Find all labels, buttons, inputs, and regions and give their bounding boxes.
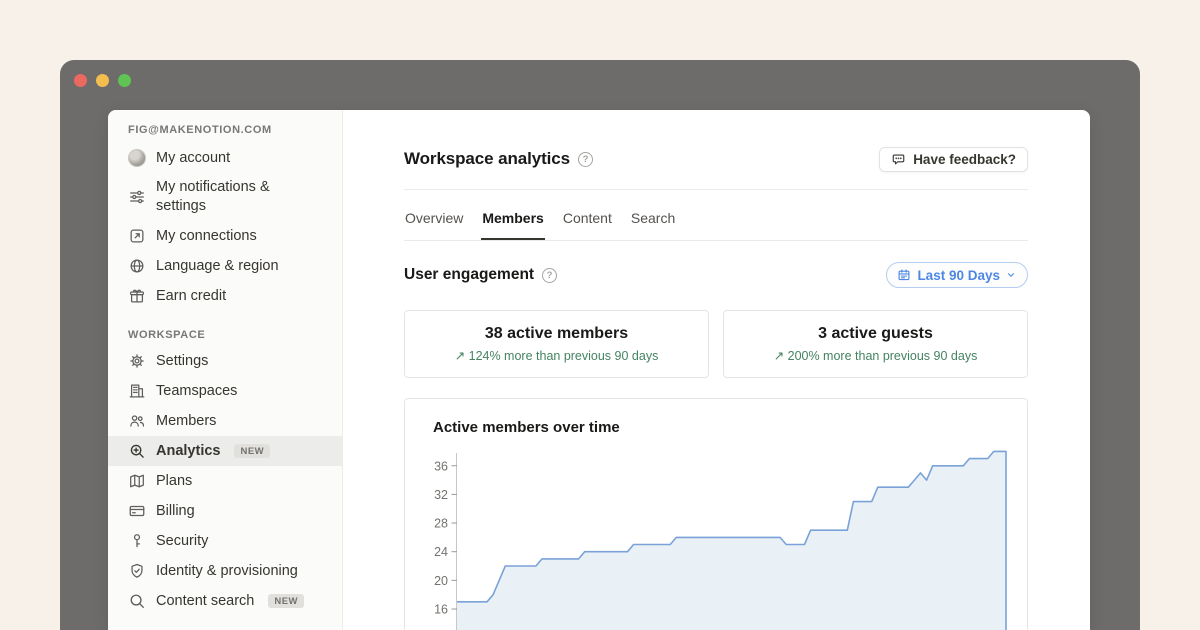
window-controls [74, 74, 131, 87]
sidebar-item-members[interactable]: Members [108, 406, 342, 436]
header-divider [404, 189, 1028, 190]
magnifier-plus-icon [128, 442, 146, 460]
sidebar-item-notifications-settings[interactable]: My notifications & settings [108, 173, 342, 221]
svg-text:32: 32 [434, 488, 448, 502]
date-range-label: Last 90 Days [917, 268, 1000, 283]
globe-icon [128, 257, 146, 275]
building-icon [128, 382, 146, 400]
new-badge: NEW [234, 444, 270, 458]
sidebar-item-content-search[interactable]: Content search NEW [108, 586, 342, 616]
settings-panel: FIG@MAKENOTION.COM My account My notific… [108, 110, 1090, 630]
svg-text:36: 36 [434, 459, 448, 473]
sidebar-item-analytics[interactable]: Analytics NEW [108, 436, 342, 466]
key-icon [128, 532, 146, 550]
stat-value: 3 active guests [818, 325, 933, 343]
sidebar-item-earn-credit[interactable]: Earn credit [108, 281, 342, 311]
stat-delta: ↗ 200% more than previous 90 days [774, 348, 978, 363]
main-content: Workspace analytics ? Have feedback? Ove… [343, 110, 1090, 630]
sidebar-item-settings[interactable]: Settings [108, 346, 342, 376]
new-badge: NEW [268, 594, 304, 608]
sidebar-item-identity-provisioning[interactable]: Identity & provisioning [108, 556, 342, 586]
speech-bubble-icon [891, 152, 906, 167]
analytics-tabs: Overview Members Content Search [404, 207, 1028, 241]
stat-value: 38 active members [485, 325, 628, 343]
map-icon [128, 472, 146, 490]
avatar [128, 149, 146, 167]
sidebar-item-language-region[interactable]: Language & region [108, 251, 342, 281]
gift-icon [128, 287, 146, 305]
tab-overview[interactable]: Overview [404, 207, 464, 240]
page-background: { "glyphs": { "help": "?" }, "sidebar": … [0, 0, 1200, 630]
active-members-area-chart: 36 32 28 24 20 16 [405, 439, 1029, 630]
have-feedback-button[interactable]: Have feedback? [879, 147, 1028, 172]
tab-members[interactable]: Members [481, 207, 544, 240]
credit-card-icon [128, 502, 146, 520]
account-email: FIG@MAKENOTION.COM [108, 124, 342, 143]
tab-search[interactable]: Search [630, 207, 676, 240]
gear-icon [128, 352, 146, 370]
svg-text:20: 20 [434, 574, 448, 588]
svg-text:28: 28 [434, 517, 448, 531]
shield-check-icon [128, 562, 146, 580]
sliders-icon [128, 188, 146, 206]
magnifier-icon [128, 592, 146, 610]
sidebar-section-workspace: WORKSPACE [108, 329, 342, 346]
arrow-square-icon [128, 227, 146, 245]
stat-delta: ↗ 124% more than previous 90 days [455, 348, 659, 363]
svg-text:24: 24 [434, 545, 448, 559]
active-guests-stat-card: 3 active guests ↗ 200% more than previou… [723, 310, 1028, 378]
sidebar-item-plans[interactable]: Plans [108, 466, 342, 496]
chevron-down-icon [1006, 270, 1016, 280]
chart-title: Active members over time [433, 419, 620, 436]
minimize-window-button[interactable] [96, 74, 109, 87]
active-members-stat-card: 38 active members ↗ 124% more than previ… [404, 310, 709, 378]
help-icon[interactable]: ? [542, 268, 557, 283]
macos-window: FIG@MAKENOTION.COM My account My notific… [60, 60, 1140, 630]
calendar-icon [897, 268, 911, 282]
sidebar-item-teamspaces[interactable]: Teamspaces [108, 376, 342, 406]
svg-text:16: 16 [434, 603, 448, 617]
help-icon[interactable]: ? [578, 152, 593, 167]
people-icon [128, 412, 146, 430]
active-members-chart-card: Active members over time 36 32 28 24 20 16 [404, 398, 1028, 630]
user-engagement-title: User engagement [404, 266, 534, 284]
date-range-dropdown[interactable]: Last 90 Days [886, 262, 1028, 288]
sidebar-item-my-account[interactable]: My account [108, 143, 342, 173]
close-window-button[interactable] [74, 74, 87, 87]
sidebar-item-my-connections[interactable]: My connections [108, 221, 342, 251]
settings-sidebar: FIG@MAKENOTION.COM My account My notific… [108, 110, 343, 630]
zoom-window-button[interactable] [118, 74, 131, 87]
page-title: Workspace analytics [404, 149, 570, 169]
tab-content[interactable]: Content [562, 207, 613, 240]
sidebar-item-security[interactable]: Security [108, 526, 342, 556]
sidebar-item-billing[interactable]: Billing [108, 496, 342, 526]
